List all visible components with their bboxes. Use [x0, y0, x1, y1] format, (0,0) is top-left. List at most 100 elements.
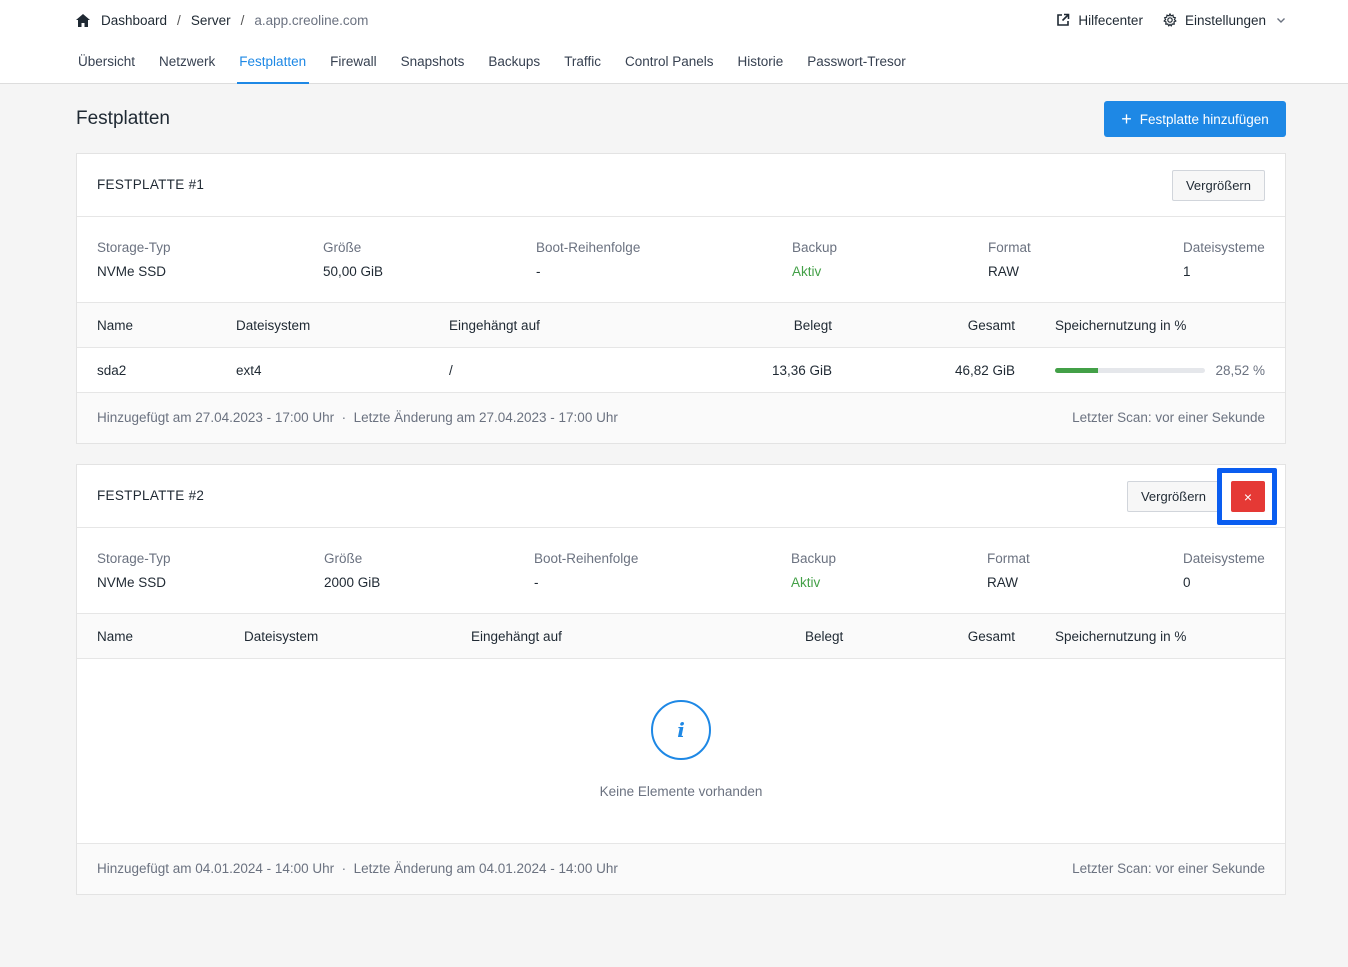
disk-timestamps: Hinzugefügt am 27.04.2023 - 17:00 Uhr · …: [97, 410, 618, 425]
usage-progress-bar: [1055, 368, 1205, 373]
page-title: Festplatten: [76, 108, 170, 129]
meta-format: Format RAW: [988, 240, 1031, 279]
meta-size: Größe 2000 GiB: [324, 551, 380, 590]
meta-value: NVMe SSD: [97, 264, 167, 279]
disk-title: FESTPLATTE #1: [97, 177, 205, 192]
usage-progress-fill: [1055, 368, 1098, 373]
add-disk-button[interactable]: + Festplatte hinzufügen: [1104, 101, 1286, 137]
disk-meta: Storage-Typ NVMe SSD Größe 50,00 GiB Boo…: [77, 217, 1285, 303]
col-total: Gesamt: [967, 318, 1015, 333]
meta-value: 1: [1183, 264, 1191, 279]
close-icon: ×: [1243, 488, 1253, 505]
add-disk-label: Festplatte hinzufügen: [1139, 111, 1269, 127]
table-row: sda2 ext4 / 13,36 GiB 46,82 GiB 28,52 %: [77, 348, 1285, 393]
breadcrumb-current: a.app.creoline.com: [254, 12, 369, 28]
disk-footer: Hinzugefügt am 04.01.2024 - 14:00 Uhr · …: [77, 844, 1285, 894]
meta-label: Storage-Typ: [97, 551, 171, 566]
meta-label: Format: [987, 551, 1030, 566]
meta-storage-type: Storage-Typ NVMe SSD: [97, 551, 171, 590]
cell-usage-percent: 28,52 %: [1215, 363, 1265, 378]
meta-value: NVMe SSD: [97, 575, 167, 590]
meta-storage-type: Storage-Typ NVMe SSD: [97, 240, 171, 279]
tab-festplatten[interactable]: Festplatten: [237, 52, 309, 84]
meta-label: Boot-Reihenfolge: [534, 551, 639, 566]
meta-value: 0: [1183, 575, 1191, 590]
chevron-down-icon: [1276, 15, 1286, 25]
disk-card-1: FESTPLATTE #1 Vergrößern Storage-Typ NVM…: [76, 153, 1286, 444]
meta-label: Backup: [792, 240, 838, 255]
meta-boot-order: Boot-Reihenfolge -: [536, 240, 640, 279]
meta-boot-order: Boot-Reihenfolge -: [534, 551, 638, 590]
col-usage: Speichernutzung in %: [1055, 629, 1187, 644]
disk-meta: Storage-Typ NVMe SSD Größe 2000 GiB Boot…: [77, 528, 1285, 614]
col-total: Gesamt: [967, 629, 1015, 644]
gear-icon: [1163, 13, 1177, 27]
meta-filesystems: Dateisysteme 1: [1183, 240, 1265, 279]
delete-disk-button[interactable]: ×: [1231, 481, 1265, 512]
disk-card-header: FESTPLATTE #1 Vergrößern: [77, 154, 1285, 217]
disk-card-2: FESTPLATTE #2 Vergrößern × Storage-Typ N…: [76, 464, 1286, 895]
meta-value: RAW: [987, 575, 1018, 590]
meta-value: 2000 GiB: [324, 575, 381, 590]
breadcrumb: Dashboard / Server / a.app.creoline.com: [76, 11, 368, 29]
resize-button[interactable]: Vergrößern: [1126, 481, 1220, 512]
tab-traffic[interactable]: Traffic: [564, 52, 601, 84]
col-usage: Speichernutzung in %: [1055, 318, 1187, 333]
meta-label: Backup: [791, 551, 837, 566]
col-mount: Eingehängt auf: [471, 629, 562, 644]
tab-bar: Übersicht Netzwerk Festplatten Firewall …: [78, 52, 930, 84]
cell-used: 13,36 GiB: [771, 363, 832, 378]
last-scan: Letzter Scan: vor einer Sekunde: [1072, 861, 1265, 876]
meta-label: Größe: [324, 551, 363, 566]
help-center-link[interactable]: Hilfecenter: [1056, 13, 1143, 28]
help-center-label: Hilfecenter: [1078, 12, 1143, 28]
meta-label: Storage-Typ: [97, 240, 171, 255]
meta-value: RAW: [988, 264, 1019, 279]
col-mount: Eingehängt auf: [449, 318, 540, 333]
breadcrumb-server[interactable]: Server: [191, 13, 231, 28]
col-filesystem: Dateisystem: [244, 629, 319, 644]
plus-icon: +: [1121, 109, 1132, 129]
cell-total: 46,82 GiB: [954, 363, 1015, 378]
meta-value: 50,00 GiB: [323, 264, 384, 279]
meta-label: Boot-Reihenfolge: [536, 240, 641, 255]
tab-netzwerk[interactable]: Netzwerk: [159, 52, 215, 84]
resize-button[interactable]: Vergrößern: [1171, 170, 1265, 201]
tab-firewall[interactable]: Firewall: [330, 52, 377, 84]
tab-control-panels[interactable]: Control Panels: [625, 52, 714, 84]
header-actions: Hilfecenter Einstellungen: [1056, 11, 1286, 29]
col-name: Name: [97, 629, 134, 644]
disk-title: FESTPLATTE #2: [97, 488, 205, 503]
cell-mount: /: [449, 363, 453, 378]
table-header: Name Dateisystem Eingehängt auf Belegt G…: [77, 303, 1285, 348]
settings-label: Einstellungen: [1184, 12, 1266, 28]
col-filesystem: Dateisystem: [236, 318, 311, 333]
meta-format: Format RAW: [987, 551, 1030, 590]
breadcrumb-separator: /: [177, 12, 181, 28]
tab-snapshots[interactable]: Snapshots: [401, 52, 465, 84]
meta-size: Größe 50,00 GiB: [323, 240, 383, 279]
tab-historie[interactable]: Historie: [738, 52, 784, 84]
cell-name: sda2: [97, 363, 127, 378]
meta-value: -: [536, 264, 541, 279]
col-used: Belegt: [805, 629, 844, 644]
meta-label: Dateisysteme: [1183, 551, 1265, 566]
home-icon[interactable]: [76, 13, 90, 27]
top-bar: Dashboard / Server / a.app.creoline.com …: [0, 0, 1348, 84]
breadcrumb-separator: /: [240, 12, 245, 28]
col-name: Name: [97, 318, 134, 333]
external-link-icon: [1056, 13, 1070, 27]
meta-value: -: [534, 575, 539, 590]
info-icon: i: [651, 700, 711, 760]
disk-footer: Hinzugefügt am 27.04.2023 - 17:00 Uhr · …: [77, 393, 1285, 443]
tab-backups[interactable]: Backups: [488, 52, 540, 84]
last-scan: Letzter Scan: vor einer Sekunde: [1072, 410, 1265, 425]
empty-state: i Keine Elemente vorhanden: [77, 659, 1285, 844]
tab-uebersicht[interactable]: Übersicht: [78, 52, 135, 84]
disk-card-header: FESTPLATTE #2 Vergrößern ×: [77, 465, 1285, 528]
breadcrumb-dashboard[interactable]: Dashboard: [101, 13, 167, 28]
meta-label: Größe: [323, 240, 362, 255]
tab-passwort-tresor[interactable]: Passwort-Tresor: [807, 52, 906, 84]
backup-status-badge: Aktiv: [792, 264, 822, 279]
settings-dropdown[interactable]: Einstellungen: [1163, 13, 1286, 28]
